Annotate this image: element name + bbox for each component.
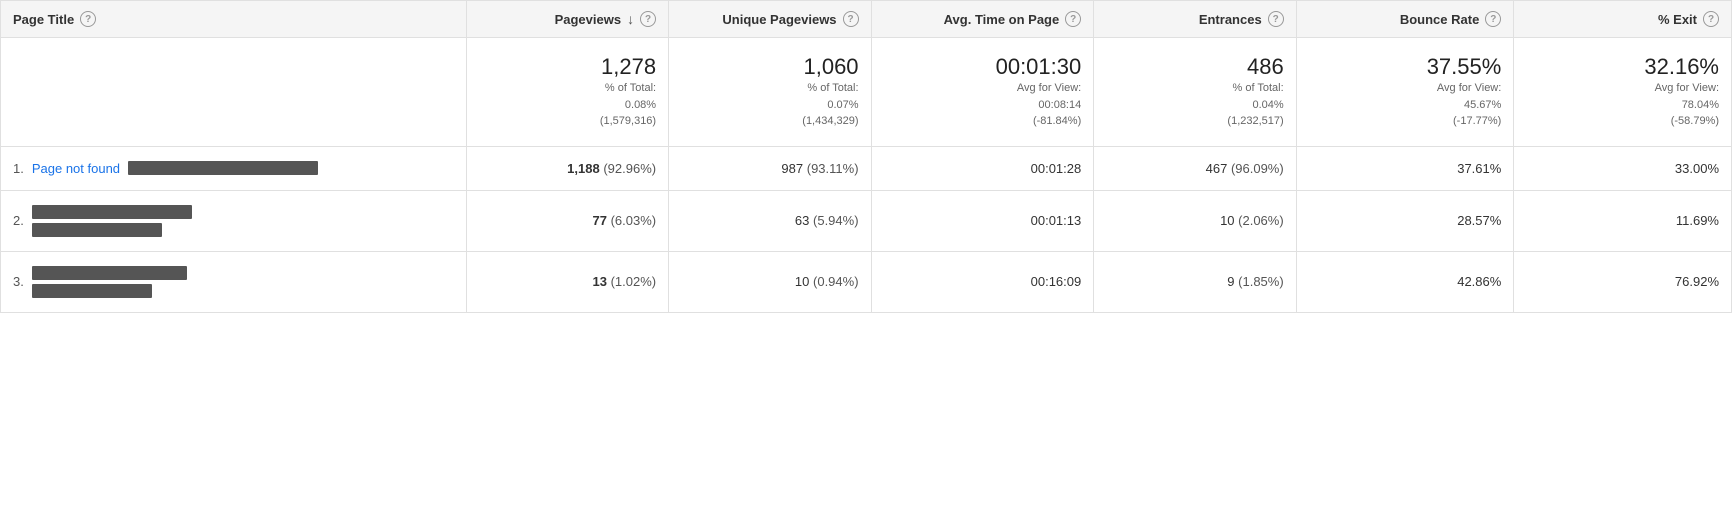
pageviews-value: 77 (592, 213, 606, 228)
totals-unique-pageviews-sub: % of Total: 0.07% (1,434,329) (681, 80, 858, 130)
table-row: 1.Page not found1,188 (92.96%)987 (93.11… (1, 146, 1732, 190)
unique-pageviews-pct: (93.11%) (807, 161, 859, 176)
unique-pageviews-cell: 63 (5.94%) (669, 190, 871, 251)
avg-time-cell: 00:16:09 (871, 251, 1094, 312)
entrances-label: Entrances (1199, 12, 1262, 27)
page-title-label: Page Title (13, 12, 74, 27)
pageviews-pct: (92.96%) (603, 161, 656, 176)
totals-exit-sub: Avg for View: 78.04% (-58.79%) (1526, 80, 1719, 130)
totals-unique-pageviews-cell: 1,060 % of Total: 0.07% (1,434,329) (669, 38, 871, 147)
bounce-rate-label: Bounce Rate (1400, 12, 1479, 27)
pageviews-label: Pageviews (555, 12, 622, 27)
entrances-pct: (2.06%) (1238, 213, 1284, 228)
redacted-bar (32, 223, 162, 237)
page-title-cell: 1. Page not found (1, 146, 467, 190)
sort-arrow-icon[interactable]: ↓ (627, 11, 634, 27)
totals-avg-time-cell: 00:01:30 Avg for View: 00:08:14 (-81.84%… (871, 38, 1094, 147)
pageviews-help-icon[interactable]: ? (640, 11, 656, 27)
unique-pageviews-label: Unique Pageviews (722, 12, 836, 27)
totals-avg-time-main: 00:01:30 (884, 54, 1082, 80)
table-row: 3.13 (1.02%)10 (0.94%)00:16:099 (1.85%)4… (1, 251, 1732, 312)
totals-pageviews-cell: 1,278 % of Total: 0.08% (1,579,316) (466, 38, 668, 147)
avg-time-cell: 00:01:13 (871, 190, 1094, 251)
exit-cell: 76.92% (1514, 251, 1732, 312)
col-header-bounce-rate: Bounce Rate ? (1296, 1, 1514, 38)
unique-pageviews-pct: (0.94%) (813, 274, 859, 289)
totals-unique-pageviews-main: 1,060 (681, 54, 858, 80)
table-row: 2.77 (6.03%)63 (5.94%)00:01:1310 (2.06%)… (1, 190, 1732, 251)
entrances-value: 10 (1220, 213, 1234, 228)
page-title-help-icon[interactable]: ? (80, 11, 96, 27)
table-header: Page Title ? Pageviews ↓ ? Unique Pagevi… (1, 1, 1732, 38)
col-header-entrances: Entrances ? (1094, 1, 1296, 38)
totals-page-title-cell (1, 38, 467, 147)
totals-bounce-rate-sub: Avg for View: 45.67% (-17.77%) (1309, 80, 1502, 130)
pageviews-value: 13 (592, 274, 606, 289)
col-header-unique-pageviews: Unique Pageviews ? (669, 1, 871, 38)
avg-time-help-icon[interactable]: ? (1065, 11, 1081, 27)
totals-avg-time-sub: Avg for View: 00:08:14 (-81.84%) (884, 80, 1082, 130)
redacted-stack (32, 266, 187, 298)
pageviews-pct: (1.02%) (611, 274, 657, 289)
exit-cell: 33.00% (1514, 146, 1732, 190)
pageviews-pct: (6.03%) (611, 213, 657, 228)
totals-exit-main: 32.16% (1526, 54, 1719, 80)
entrances-pct: (96.09%) (1231, 161, 1284, 176)
exit-cell: 11.69% (1514, 190, 1732, 251)
page-link[interactable]: Page not found (32, 161, 120, 176)
col-header-exit: % Exit ? (1514, 1, 1732, 38)
entrances-pct: (1.85%) (1238, 274, 1284, 289)
bounce-rate-cell: 28.57% (1296, 190, 1514, 251)
col-header-avg-time: Avg. Time on Page ? (871, 1, 1094, 38)
page-title-cell: 2. (1, 190, 467, 251)
bounce-rate-cell: 37.61% (1296, 146, 1514, 190)
totals-entrances-main: 486 (1106, 54, 1283, 80)
row-number: 3. (13, 274, 24, 289)
col-header-page-title: Page Title ? (1, 1, 467, 38)
col-header-pageviews: Pageviews ↓ ? (466, 1, 668, 38)
redacted-bar (32, 266, 187, 280)
redacted-stack (32, 205, 192, 237)
page-title-cell: 3. (1, 251, 467, 312)
unique-pageviews-cell: 10 (0.94%) (669, 251, 871, 312)
pageviews-cell: 77 (6.03%) (466, 190, 668, 251)
bounce-rate-cell: 42.86% (1296, 251, 1514, 312)
totals-pageviews-main: 1,278 (479, 54, 656, 80)
entrances-cell: 10 (2.06%) (1094, 190, 1296, 251)
totals-row: 1,278 % of Total: 0.08% (1,579,316) 1,06… (1, 38, 1732, 147)
redacted-bar (128, 161, 318, 175)
redacted-bar (32, 205, 192, 219)
entrances-cell: 9 (1.85%) (1094, 251, 1296, 312)
pageviews-cell: 13 (1.02%) (466, 251, 668, 312)
totals-bounce-rate-main: 37.55% (1309, 54, 1502, 80)
avg-time-cell: 00:01:28 (871, 146, 1094, 190)
unique-pageviews-value: 63 (795, 213, 809, 228)
unique-pageviews-value: 987 (781, 161, 803, 176)
row-number: 2. (13, 213, 24, 228)
row-number: 1. (13, 161, 24, 176)
totals-entrances-cell: 486 % of Total: 0.04% (1,232,517) (1094, 38, 1296, 147)
totals-pageviews-sub: % of Total: 0.08% (1,579,316) (479, 80, 656, 130)
redacted-bar (32, 284, 152, 298)
bounce-rate-help-icon[interactable]: ? (1485, 11, 1501, 27)
unique-pageviews-pct: (5.94%) (813, 213, 859, 228)
unique-pageviews-help-icon[interactable]: ? (843, 11, 859, 27)
unique-pageviews-cell: 987 (93.11%) (669, 146, 871, 190)
totals-bounce-rate-cell: 37.55% Avg for View: 45.67% (-17.77%) (1296, 38, 1514, 147)
exit-label: % Exit (1658, 12, 1697, 27)
entrances-value: 9 (1227, 274, 1234, 289)
entrances-value: 467 (1206, 161, 1228, 176)
entrances-help-icon[interactable]: ? (1268, 11, 1284, 27)
exit-help-icon[interactable]: ? (1703, 11, 1719, 27)
avg-time-label: Avg. Time on Page (944, 12, 1060, 27)
entrances-cell: 467 (96.09%) (1094, 146, 1296, 190)
pageviews-value: 1,188 (567, 161, 600, 176)
totals-entrances-sub: % of Total: 0.04% (1,232,517) (1106, 80, 1283, 130)
pageviews-cell: 1,188 (92.96%) (466, 146, 668, 190)
totals-exit-cell: 32.16% Avg for View: 78.04% (-58.79%) (1514, 38, 1732, 147)
unique-pageviews-value: 10 (795, 274, 809, 289)
